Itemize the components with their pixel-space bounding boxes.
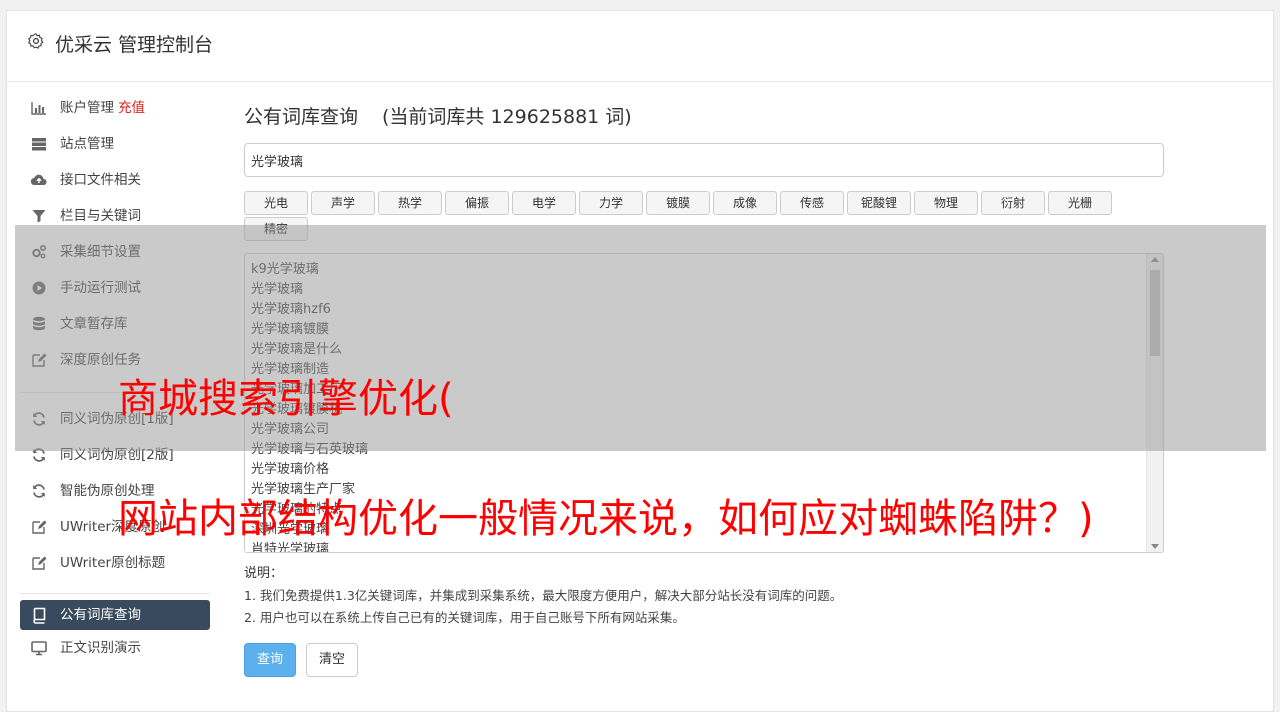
description-title: 说明： (244, 566, 284, 581)
filter-icon (32, 210, 46, 223)
sidebar-divider (20, 593, 210, 594)
query-button[interactable]: 查询 (244, 643, 297, 677)
tag-button[interactable]: 光电 (244, 191, 308, 215)
overlay-headline-line1: 商城搜索引擎优化( (118, 376, 454, 422)
tag-button[interactable]: 热学 (378, 191, 442, 215)
description-line: 1. 我们免费提供1.3亿关键词库，并集成到采集系统，最大限度方便用户，解决大部… (244, 588, 843, 603)
sidebar-item-label: UWriter原创标题 (60, 555, 166, 571)
description-line: 2. 用户也可以在系统上传自己已有的关键词库，用于自己账号下所有网站采集。 (244, 610, 685, 625)
tag-button[interactable]: 物理 (914, 191, 978, 215)
tag-button[interactable]: 光栅 (1048, 191, 1112, 215)
sidebar-item-interface-files[interactable]: 接口文件相关 (20, 162, 210, 198)
sidebar-item-label: 正文识别演示 (60, 640, 141, 656)
overlay-headline-line2: 网站内部结构优化一般情况来说，如何应对蜘蛛陷阱？) (118, 496, 1094, 542)
tag-button[interactable]: 铌酸锂 (847, 191, 911, 215)
tag-button[interactable]: 偏振 (445, 191, 509, 215)
clear-button[interactable]: 清空 (306, 643, 359, 677)
page-title-text: 公有词库查询 (244, 106, 359, 128)
sidebar-item-public-lexicon[interactable]: 公有词库查询 (20, 600, 210, 630)
sidebar-item-label: 公有词库查询 (60, 607, 141, 623)
list-item[interactable]: 光学玻璃价格 (251, 460, 1163, 480)
sidebar-item-sites[interactable]: 站点管理 (20, 126, 210, 162)
tag-button[interactable]: 传感 (780, 191, 844, 215)
edit-icon (32, 556, 47, 570)
server-icon (32, 138, 46, 151)
tag-button[interactable]: 声学 (311, 191, 375, 215)
top-bar: 优采云 管理控制台 (7, 11, 1273, 82)
sidebar-item-body-recognition[interactable]: 正文识别演示 (20, 630, 210, 666)
sidebar-item-label: 接口文件相关 (60, 172, 141, 188)
sidebar-item-label: 账户管理 (60, 100, 114, 116)
action-buttons: 查询 清空 (244, 643, 1164, 677)
tag-button[interactable]: 成像 (713, 191, 777, 215)
scroll-down-arrow-icon[interactable] (1151, 544, 1159, 549)
tag-button[interactable]: 力学 (579, 191, 643, 215)
tag-button[interactable]: 电学 (512, 191, 576, 215)
lexicon-count: (当前词库共 129625881 词) (382, 106, 632, 128)
recharge-link[interactable]: 充值 (118, 100, 145, 116)
app-title: 优采云 管理控制台 (55, 34, 214, 56)
sidebar-item-uwriter-title[interactable]: UWriter原创标题 (20, 545, 210, 581)
description: 说明： 1. 我们免费提供1.3亿关键词库，并集成到采集系统，最大限度方便用户，… (244, 563, 1164, 629)
bar-chart-icon (31, 102, 46, 115)
sidebar-item-label: 站点管理 (60, 136, 114, 152)
cloud-upload-icon (30, 174, 47, 186)
refresh-icon (33, 484, 45, 498)
gear-icon (28, 33, 44, 49)
sidebar-item-account[interactable]: 账户管理 充值 (20, 90, 210, 126)
keyword-search-input[interactable] (244, 143, 1164, 177)
sidebar-item-label: 栏目与关键词 (60, 208, 141, 224)
tag-button[interactable]: 衍射 (981, 191, 1045, 215)
tag-button[interactable]: 镀膜 (646, 191, 710, 215)
page-title: 公有词库查询 (当前词库共 129625881 词) (244, 102, 1164, 132)
edit-icon (32, 520, 47, 534)
monitor-icon (31, 641, 47, 656)
book-icon (33, 607, 46, 624)
